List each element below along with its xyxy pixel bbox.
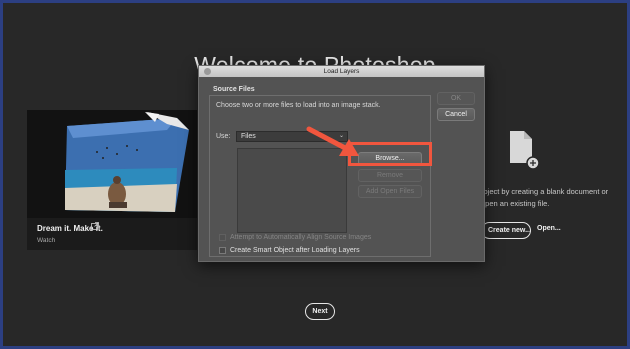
new-document-icon (508, 129, 540, 171)
promo-card[interactable]: Dream it. Make it. Watch (27, 110, 197, 250)
external-link-icon[interactable] (91, 222, 99, 232)
use-label: Use: (216, 133, 231, 140)
create-new-button[interactable]: Create new... (481, 222, 531, 239)
add-open-files-button[interactable]: Add Open Files (358, 185, 422, 198)
promo-image (27, 110, 197, 218)
start-description: roject by creating a blank document or o… (481, 187, 609, 208)
dialog-titlebar[interactable]: Load Layers (199, 66, 484, 77)
promo-watch-label[interactable]: Watch (37, 237, 55, 244)
remove-button[interactable]: Remove (358, 169, 422, 182)
smart-object-label: Create Smart Object after Loading Layers (230, 246, 360, 254)
close-icon[interactable] (204, 68, 211, 75)
smart-object-checkbox[interactable] (219, 246, 226, 254)
align-images-checkbox[interactable] (219, 233, 226, 241)
smart-object-option[interactable]: Create Smart Object after Loading Layers (219, 245, 360, 255)
load-layers-dialog: Load Layers Source Files Choose two or m… (198, 65, 485, 262)
source-files-description: Choose two or more files to load into an… (216, 102, 381, 109)
browse-highlight (348, 142, 432, 166)
align-images-label: Attempt to Automatically Align Source Im… (230, 233, 372, 241)
open-button[interactable]: Open... (537, 225, 561, 232)
source-files-label: Source Files (213, 86, 255, 93)
photoshop-window: Welcome to Photoshop (3, 3, 627, 346)
next-button[interactable]: Next (305, 303, 335, 320)
align-images-option[interactable]: Attempt to Automatically Align Source Im… (219, 232, 371, 242)
use-select-value: Files (241, 133, 256, 140)
cancel-button[interactable]: Cancel (437, 108, 475, 121)
ok-button[interactable]: OK (437, 92, 475, 105)
dialog-title: Load Layers (323, 68, 360, 75)
